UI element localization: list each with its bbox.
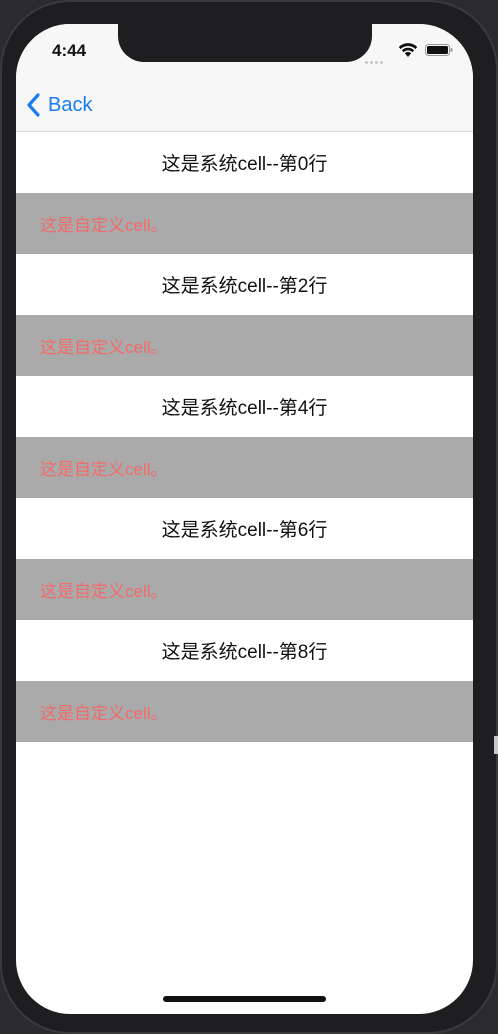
- row-label: 这是自定义cell。: [40, 704, 168, 723]
- table-row-system[interactable]: 这是系统cell--第6行: [16, 498, 473, 559]
- row-label: 这是自定义cell。: [40, 582, 168, 601]
- status-icons: [365, 42, 455, 64]
- table-row-system[interactable]: 这是系统cell--第8行: [16, 620, 473, 681]
- device-notch: [118, 24, 372, 62]
- battery-icon: [425, 44, 453, 56]
- table-row-custom[interactable]: 这是自定义cell。: [16, 193, 473, 254]
- home-indicator[interactable]: [163, 996, 326, 1002]
- row-label: 这是系统cell--第4行: [161, 398, 328, 419]
- table-row-system[interactable]: 这是系统cell--第2行: [16, 254, 473, 315]
- table-row-system[interactable]: 这是系统cell--第4行: [16, 376, 473, 437]
- row-label: 这是系统cell--第2行: [161, 276, 328, 297]
- status-time: 4:44: [52, 41, 87, 60]
- row-label: 这是自定义cell。: [40, 338, 168, 357]
- back-button[interactable]: Back: [24, 90, 92, 120]
- table-row-system[interactable]: 这是系统cell--第0行: [16, 132, 473, 193]
- table-view: 这是系统cell--第0行 这是自定义cell。 这是系统cell--第2行 这…: [16, 132, 473, 742]
- row-label: 这是系统cell--第6行: [161, 520, 328, 541]
- signal-dots-icon: [365, 49, 389, 64]
- table-row-custom[interactable]: 这是自定义cell。: [16, 559, 473, 620]
- navigation-bar: Back: [16, 76, 473, 132]
- row-label: 这是自定义cell。: [40, 460, 168, 479]
- phone-screen: 4:44 Back 这是系统cell--第0行 这是自定义cell。 这是系统c…: [16, 24, 473, 1014]
- chevron-left-icon: [27, 93, 40, 117]
- side-edge-mark: [494, 736, 498, 754]
- table-row-custom[interactable]: 这是自定义cell。: [16, 437, 473, 498]
- row-label: 这是系统cell--第0行: [161, 154, 328, 175]
- table-row-custom[interactable]: 这是自定义cell。: [16, 681, 473, 742]
- table-row-custom[interactable]: 这是自定义cell。: [16, 315, 473, 376]
- row-label: 这是自定义cell。: [40, 216, 168, 235]
- wifi-icon: [398, 43, 418, 57]
- row-label: 这是系统cell--第8行: [161, 642, 328, 663]
- back-label: Back: [48, 93, 93, 116]
